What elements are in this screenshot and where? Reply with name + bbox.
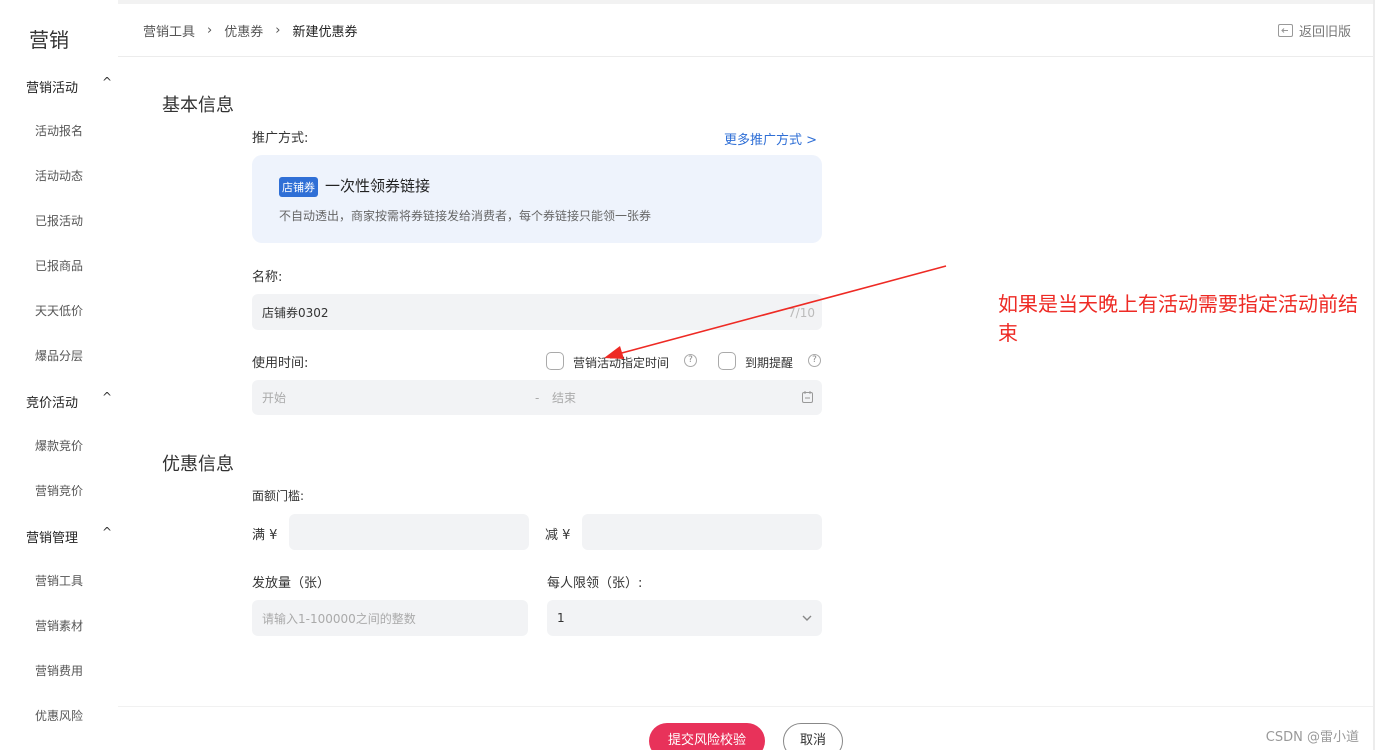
watermark: CSDN @雷小道 [1265,730,1359,745]
annotation-arrow [604,265,947,359]
cancel-button[interactable]: 取消 [783,723,843,750]
submit-risk-check-button[interactable]: 提交风险校验 [649,723,765,750]
